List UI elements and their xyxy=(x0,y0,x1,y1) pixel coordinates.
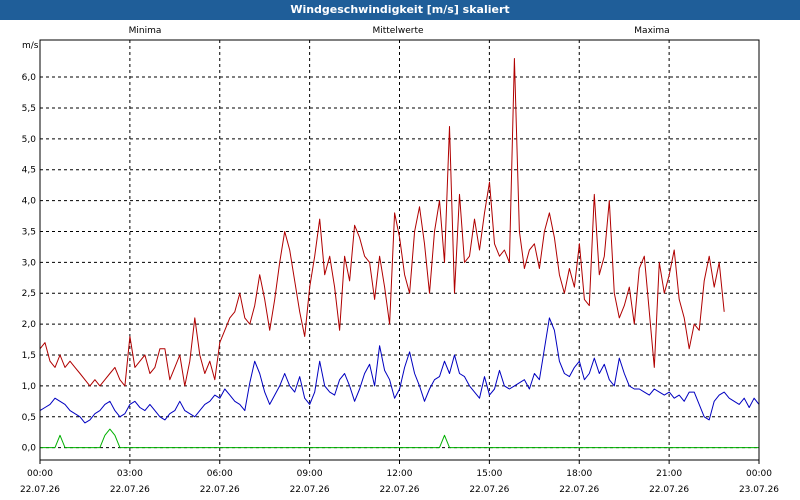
chart-background xyxy=(0,20,800,500)
x-tick-date: 22.07.26 xyxy=(200,485,240,495)
legend-minima: Minima xyxy=(129,26,162,36)
x-tick-date: 22.07.26 xyxy=(290,485,330,495)
window-title: Windgeschwindigkeit [m/s] skaliert xyxy=(0,0,800,20)
y-tick-label: 0,5 xyxy=(22,413,36,423)
x-tick-date: 22.07.26 xyxy=(379,485,419,495)
x-tick-date: 22.07.26 xyxy=(649,485,689,495)
x-tick-date: 22.07.26 xyxy=(559,485,599,495)
y-tick-label: 0,0 xyxy=(22,444,37,454)
x-tick-time: 18:00 xyxy=(566,469,592,479)
x-tick-date: 22.07.26 xyxy=(469,485,509,495)
y-tick-label: 2,5 xyxy=(22,289,36,299)
x-tick-time: 06:00 xyxy=(207,469,233,479)
x-tick-time: 09:00 xyxy=(297,469,323,479)
x-tick-time: 15:00 xyxy=(476,469,502,479)
y-tick-label: 2,0 xyxy=(22,320,37,330)
x-tick-date: 22.07.26 xyxy=(110,485,150,495)
y-tick-label: 3,0 xyxy=(22,258,37,268)
x-tick-time: 21:00 xyxy=(656,469,682,479)
y-tick-label: 4,5 xyxy=(22,166,36,176)
x-tick-time: 12:00 xyxy=(387,469,413,479)
legend-mittelwerte: Mittelwerte xyxy=(372,26,423,36)
y-tick-label: 3,5 xyxy=(22,227,36,237)
x-tick-date: 22.07.26 xyxy=(20,485,60,495)
x-tick-time: 03:00 xyxy=(117,469,143,479)
y-tick-label: 4,0 xyxy=(22,197,37,207)
y-tick-label: 5,5 xyxy=(22,104,36,114)
x-tick-time: 00:00 xyxy=(27,469,53,479)
y-tick-label: 1,0 xyxy=(22,382,37,392)
y-tick-label: 5,0 xyxy=(22,135,37,145)
y-tick-label: 1,5 xyxy=(22,351,36,361)
wind-speed-chart: m/s Minima Mittelwerte Maxima 0,0 0,5 1,0 1… xyxy=(0,20,800,500)
x-tick-date: 23.07.26 xyxy=(739,485,779,495)
x-tick-time: 00:00 xyxy=(746,469,772,479)
chart-window: Windgeschwindigkeit [m/s] skaliert m/s M… xyxy=(0,0,800,500)
y-tick-label: 6,0 xyxy=(22,73,37,83)
legend-maxima: Maxima xyxy=(634,26,669,36)
y-axis-label: m/s xyxy=(22,41,39,51)
